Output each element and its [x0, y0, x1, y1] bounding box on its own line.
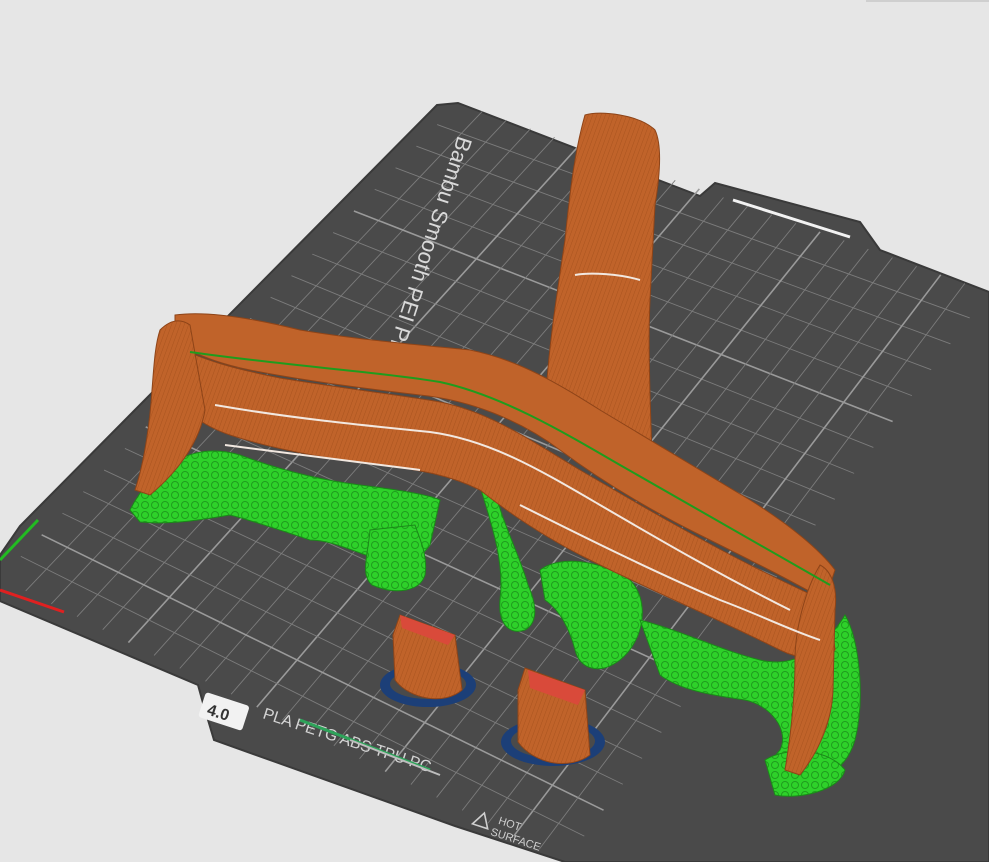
- support-left-trunk: [365, 524, 427, 592]
- 3d-viewport[interactable]: Bambu Smooth PEI Plate 4.0 PLA PETG ABS …: [0, 0, 989, 862]
